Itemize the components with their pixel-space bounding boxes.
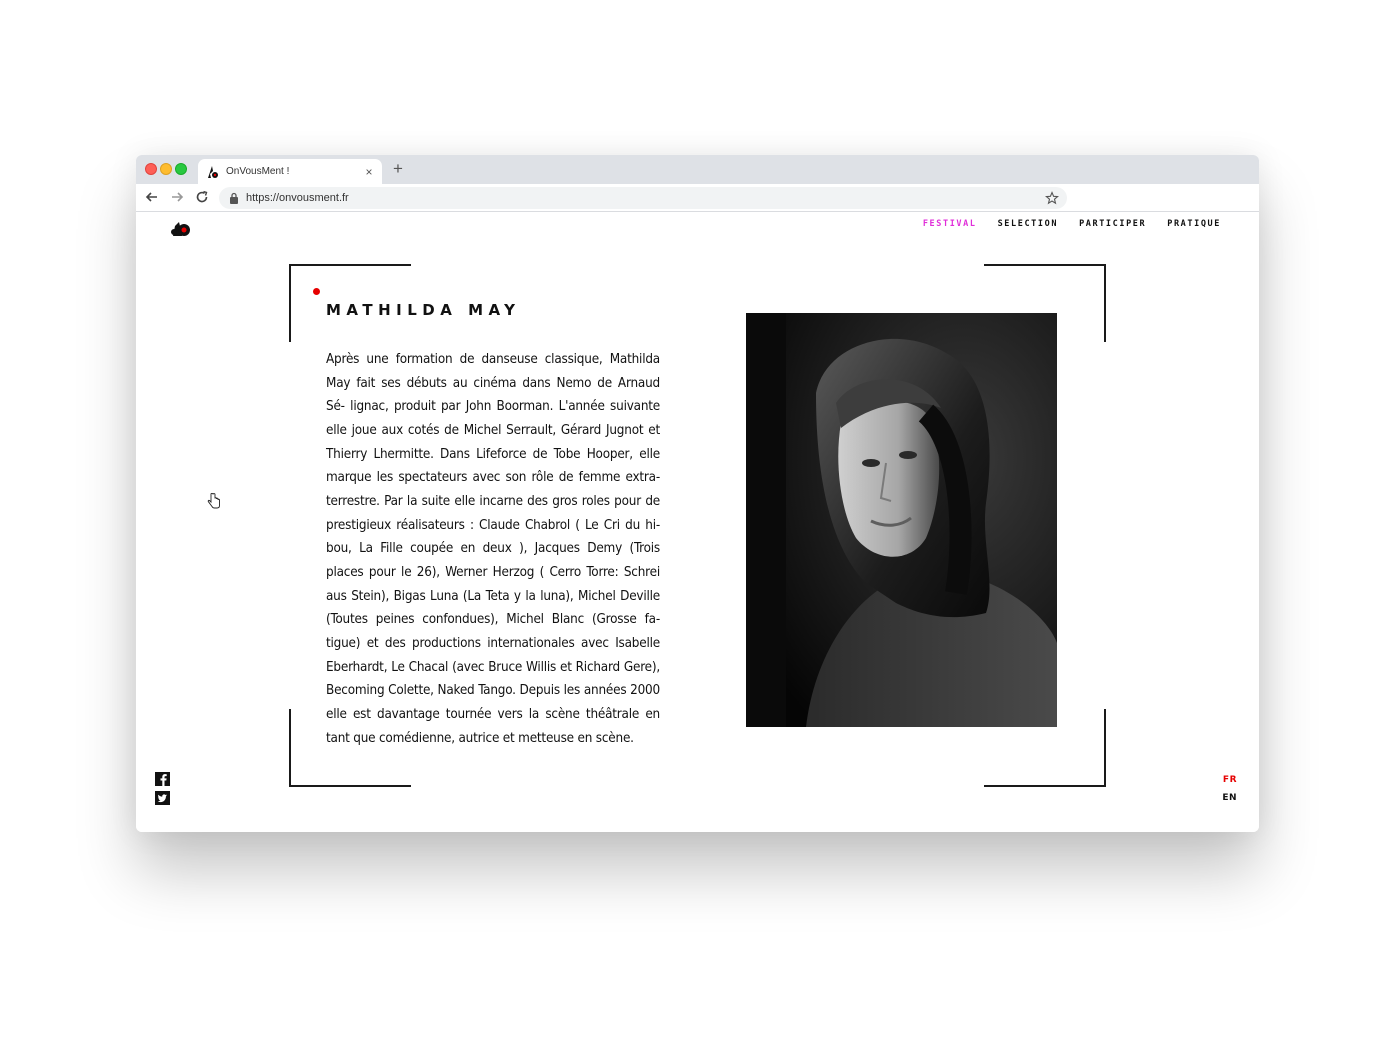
- nav-item-festival[interactable]: FESTIVAL: [923, 219, 977, 229]
- browser-tab[interactable]: OnVousMent ! ×: [198, 159, 382, 184]
- facebook-link[interactable]: [155, 772, 170, 786]
- tab-title: OnVousMent !: [226, 166, 290, 177]
- twitter-icon: [155, 791, 170, 805]
- lock-icon: [230, 192, 238, 204]
- page-content: FESTIVAL SELECTION PARTICIPER PRATIQUE M…: [136, 212, 1259, 832]
- site-logo-icon[interactable]: [170, 214, 192, 238]
- bookmark-star-icon[interactable]: [1045, 191, 1059, 205]
- profile-bio: Après une formation de danseuse classiqu…: [326, 352, 660, 746]
- forward-arrow-icon[interactable]: [169, 189, 185, 205]
- hand-cursor-icon: [207, 493, 220, 509]
- site-favicon-icon: [208, 165, 218, 178]
- tab-strip: OnVousMent ! × +: [136, 155, 1259, 184]
- nav-item-pratique[interactable]: PRATIQUE: [1167, 219, 1221, 229]
- portrait-photo: [746, 313, 1057, 727]
- maximize-window-button[interactable]: [175, 163, 187, 175]
- profile-name: MATHILDA MAY: [326, 301, 521, 319]
- red-dot-marker: [313, 288, 320, 295]
- url-text[interactable]: https://onvousment.fr: [246, 192, 1045, 204]
- close-window-button[interactable]: [145, 163, 157, 175]
- back-arrow-icon[interactable]: [144, 189, 160, 205]
- browser-window: OnVousMent ! × + https://onvousment.fr F…: [136, 155, 1259, 832]
- tab-close-button[interactable]: ×: [360, 165, 378, 179]
- new-tab-button[interactable]: +: [393, 160, 403, 178]
- language-en-link[interactable]: EN: [1222, 793, 1237, 803]
- minimize-window-button[interactable]: [160, 163, 172, 175]
- nav-item-selection[interactable]: SELECTION: [998, 219, 1058, 229]
- main-nav: FESTIVAL SELECTION PARTICIPER PRATIQUE: [923, 219, 1221, 229]
- twitter-link[interactable]: [155, 791, 170, 805]
- language-fr-link[interactable]: FR: [1223, 775, 1237, 785]
- address-bar[interactable]: https://onvousment.fr: [219, 187, 1067, 209]
- nav-item-participer[interactable]: PARTICIPER: [1079, 219, 1146, 229]
- reload-icon[interactable]: [194, 189, 210, 205]
- browser-toolbar: https://onvousment.fr: [136, 184, 1259, 212]
- facebook-icon: [155, 772, 170, 786]
